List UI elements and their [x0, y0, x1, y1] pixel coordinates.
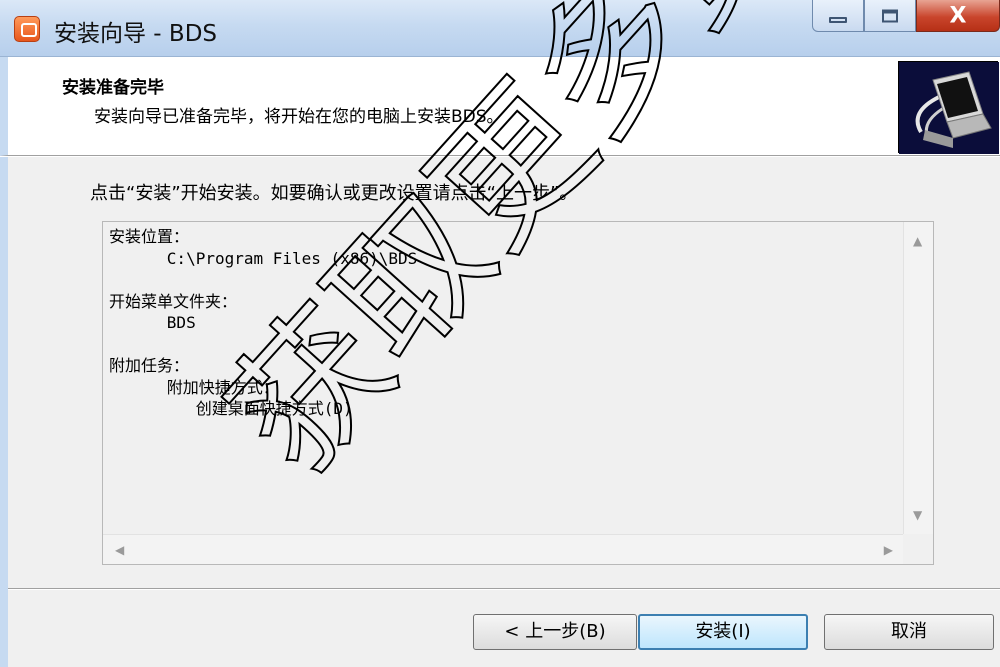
memo-line — [109, 334, 903, 356]
minimize-button[interactable] — [812, 0, 864, 32]
memo-line: 附加任务： — [109, 356, 190, 375]
memo-line: C:\Program Files (x86)\BDS — [109, 248, 418, 268]
close-icon: X — [949, 3, 967, 28]
page-subtitle: 安装向导已准备完毕，将开始在您的电脑上安装BDS。 — [94, 107, 504, 127]
close-button[interactable]: X — [916, 0, 1000, 32]
memo-line: 安装位置： — [109, 227, 190, 246]
vertical-scrollbar[interactable]: ▲ ▼ — [903, 222, 933, 536]
wizard-header: 安装准备完毕 安装向导已准备完毕，将开始在您的电脑上安装BDS。 — [0, 57, 1000, 156]
instruction-text: 点击“安装”开始安装。如要确认或更改设置请点击“上一步”。 — [90, 183, 578, 204]
horizontal-scrollbar[interactable]: ◀ ▶ — [103, 534, 905, 564]
memo-line: 创建桌面快捷方式(D) — [109, 399, 353, 418]
scrollbar-corner — [903, 534, 933, 564]
window-controls: X — [812, 0, 1000, 34]
memo-line — [109, 269, 903, 291]
memo-line: 附加快捷方式： — [109, 377, 279, 397]
memo-text: 安装位置： C:\Program Files (x86)\BDS 开始菜单文件夹… — [109, 226, 903, 534]
divider — [8, 588, 1000, 590]
wizard-body: 点击“安装”开始安装。如要确认或更改设置请点击“上一步”。 安装位置： C:\P… — [0, 157, 1000, 667]
scroll-up-arrow-icon[interactable]: ▲ — [913, 234, 922, 248]
cancel-button[interactable]: 取消 — [824, 614, 994, 650]
page-title: 安装准备完毕 — [62, 78, 164, 98]
title-bar: 安装向导 - BDS X — [0, 0, 1000, 57]
maximize-icon — [882, 9, 898, 22]
scroll-left-arrow-icon[interactable]: ◀ — [115, 543, 124, 557]
install-button[interactable]: 安装(I) — [638, 614, 808, 650]
wizard-computer-image — [898, 61, 999, 154]
app-icon — [14, 16, 40, 42]
scroll-right-arrow-icon[interactable]: ▶ — [884, 543, 893, 557]
minimize-icon — [829, 16, 847, 23]
ready-memo[interactable]: 安装位置： C:\Program Files (x86)\BDS 开始菜单文件夹… — [102, 221, 934, 565]
memo-line: BDS — [109, 313, 196, 332]
maximize-button[interactable] — [864, 0, 916, 32]
scroll-down-arrow-icon[interactable]: ▼ — [913, 508, 922, 522]
memo-line: 开始菜单文件夹： — [109, 291, 238, 311]
window-title: 安装向导 - BDS — [54, 21, 218, 47]
back-button[interactable]: < 上一步(B) — [473, 614, 637, 650]
